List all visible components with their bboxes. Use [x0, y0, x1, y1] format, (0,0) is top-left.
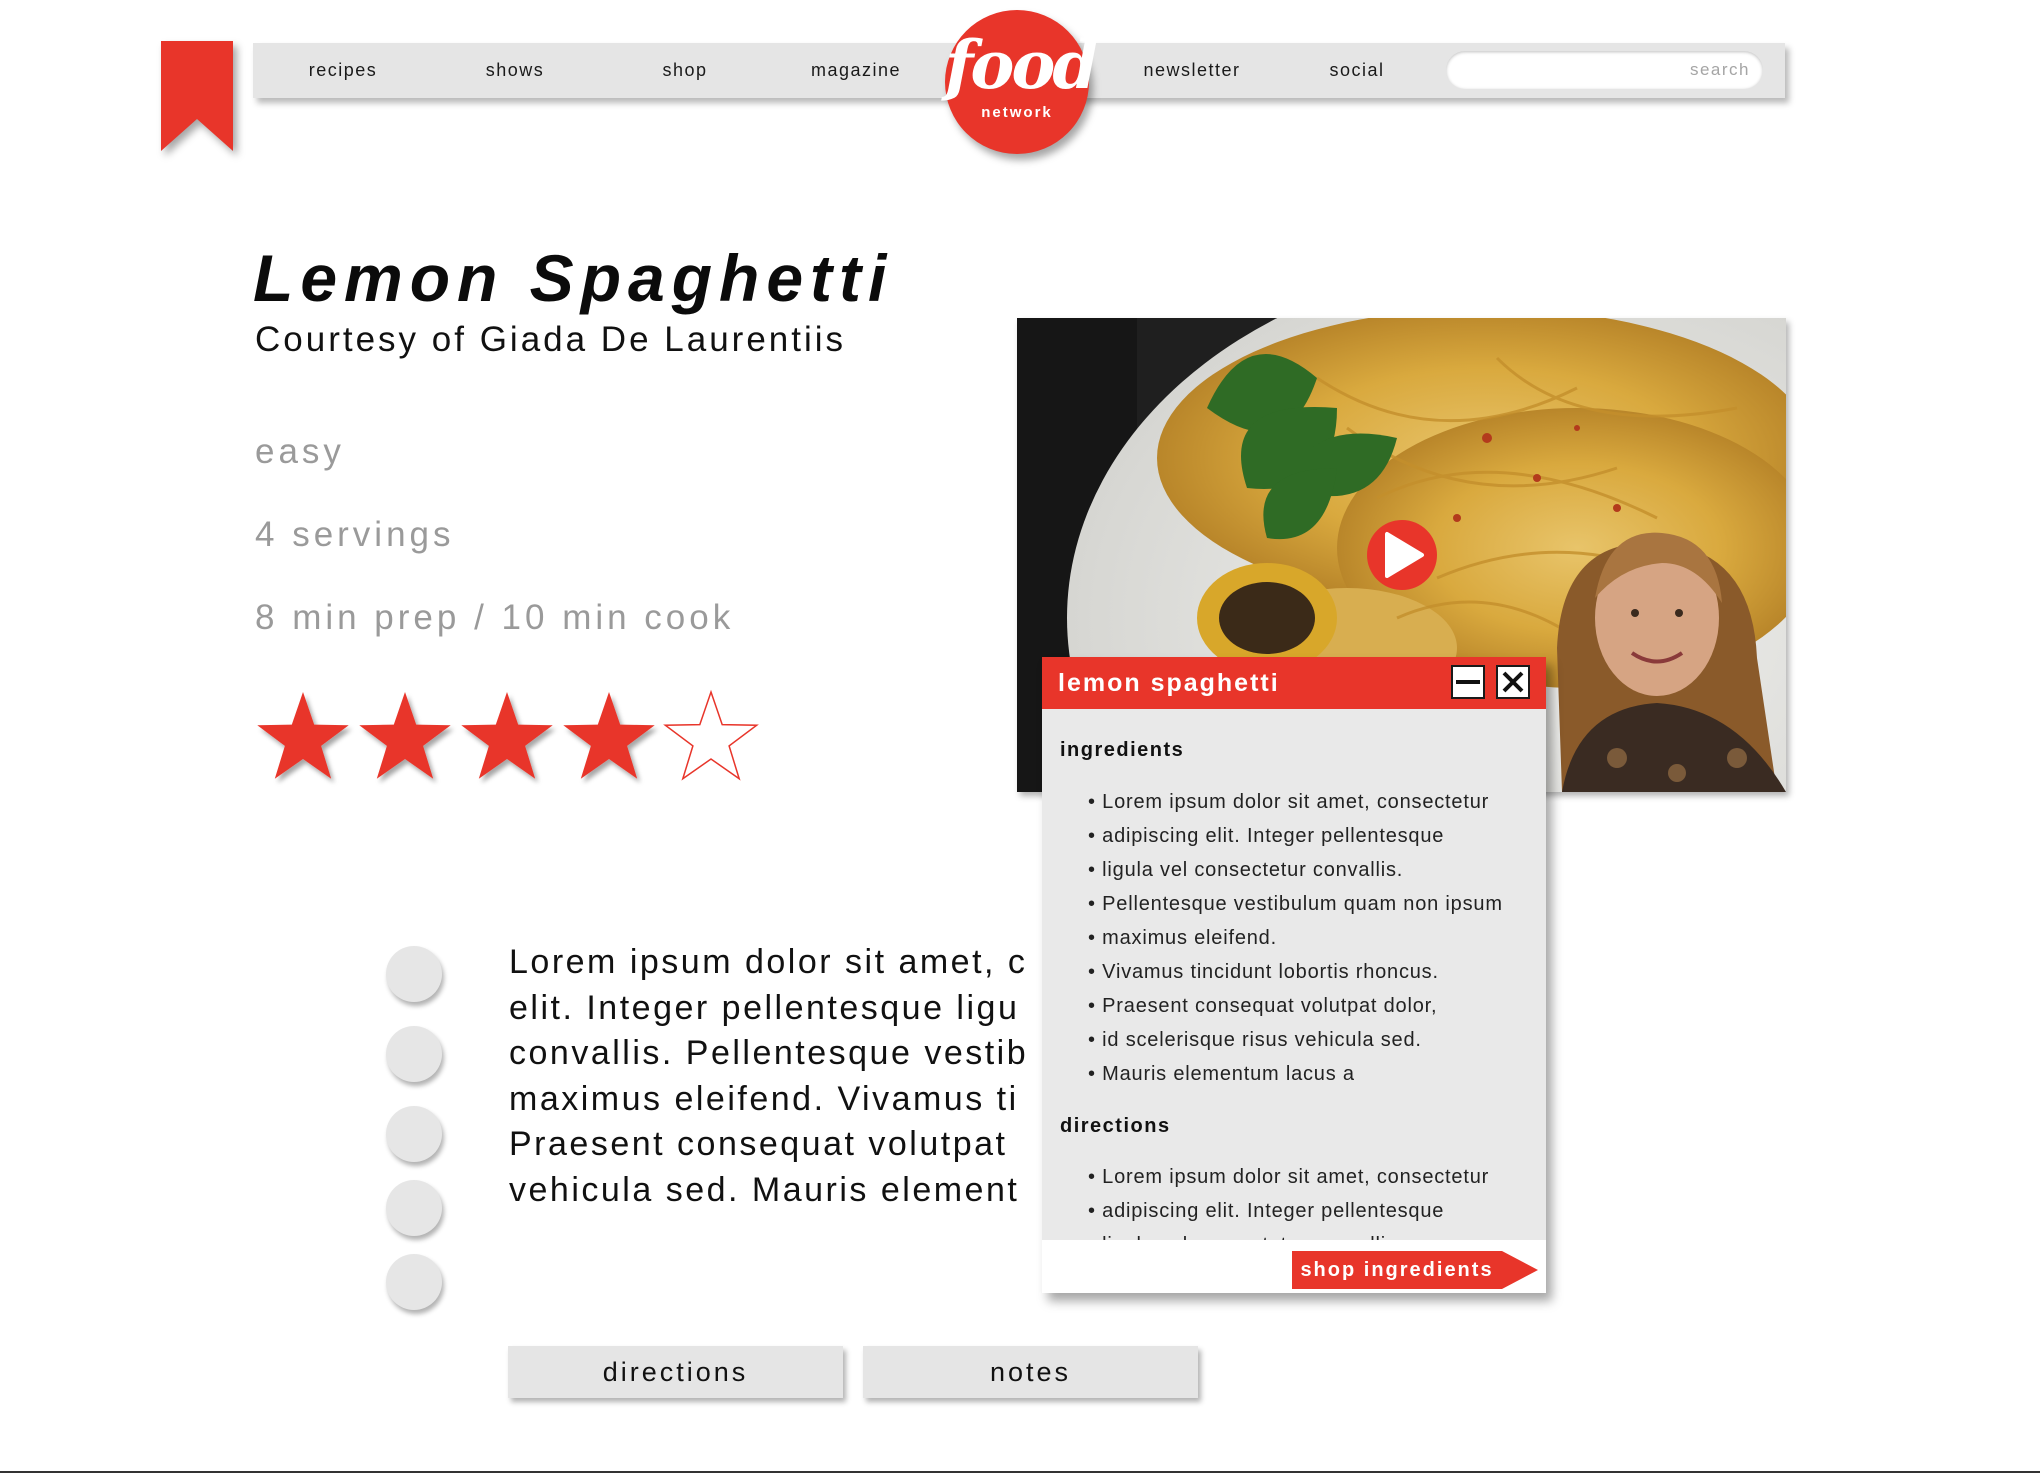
direction-item: adipiscing elit. Integer pellentesque: [1088, 1194, 1489, 1228]
nav-magazine[interactable]: magazine: [793, 43, 919, 98]
step-marker-1[interactable]: [386, 946, 442, 1002]
ingredient-item: id scelerisque risus vehicula sed.: [1088, 1023, 1503, 1057]
bookmark-icon[interactable]: [161, 41, 233, 151]
step-marker-2[interactable]: [386, 1026, 442, 1082]
search-box: [1446, 51, 1764, 89]
ingredients-popup: lemon spaghetti ingredients Lorem ipsum …: [1042, 657, 1546, 1293]
recipe-servings: 4 servings: [255, 515, 455, 554]
recipe-body-text: Lorem ipsum dolor sit amet, c elit. Inte…: [509, 940, 1049, 1216]
direction-item: Lorem ipsum dolor sit amet, consectetur: [1088, 1160, 1489, 1194]
body-line: Lorem ipsum dolor sit amet, c: [509, 943, 1028, 981]
nav-newsletter[interactable]: newsletter: [1129, 43, 1255, 98]
ingredient-item: ligula vel consectetur convallis.: [1088, 853, 1503, 887]
ingredients-heading: ingredients: [1060, 739, 1185, 761]
nav-recipes[interactable]: recipes: [293, 43, 393, 98]
rating-stars[interactable]: [252, 688, 772, 788]
body-line: Praesent consequat volutpat: [509, 1125, 1008, 1163]
star-filled-icon[interactable]: [563, 692, 655, 779]
play-video-icon[interactable]: [1367, 520, 1437, 590]
ingredient-item: maximus eleifend.: [1088, 921, 1503, 955]
step-marker-4[interactable]: [386, 1180, 442, 1236]
popup-content[interactable]: ingredients Lorem ipsum dolor sit amet, …: [1042, 709, 1546, 1240]
close-button[interactable]: [1496, 665, 1530, 699]
nav-shows[interactable]: shows: [465, 43, 565, 98]
ingredient-item: Vivamus tincidunt lobortis rhoncus.: [1088, 955, 1503, 989]
step-marker-3[interactable]: [386, 1106, 442, 1162]
minimize-button[interactable]: [1451, 665, 1485, 699]
minimize-icon: [1456, 680, 1480, 684]
ingredient-item: Pellentesque vestibulum quam non ipsum: [1088, 887, 1503, 921]
body-line: maximus eleifend. Vivamus ti: [509, 1079, 1019, 1118]
directions-tab-button[interactable]: directions: [508, 1346, 843, 1398]
shop-ingredients-button[interactable]: shop ingredients: [1292, 1251, 1538, 1289]
star-filled-icon[interactable]: [257, 692, 349, 779]
ingredients-list: Lorem ipsum dolor sit amet, consectetur …: [1088, 785, 1503, 1091]
logo-wordmark: food: [945, 26, 1099, 104]
ingredient-item: Mauris elementum lacus a: [1088, 1057, 1503, 1091]
star-filled-icon[interactable]: [461, 692, 553, 779]
ingredient-item: Praesent consequat volutpat dolor,: [1088, 989, 1503, 1023]
body-line: vehicula sed. Mauris element: [509, 1170, 1020, 1209]
star-filled-icon[interactable]: [359, 692, 451, 779]
notes-tab-button[interactable]: notes: [863, 1346, 1198, 1398]
star-empty-icon[interactable]: [663, 689, 759, 781]
close-icon: [1502, 671, 1524, 693]
recipe-time: 8 min prep / 10 min cook: [255, 598, 735, 637]
step-marker-5[interactable]: [386, 1254, 442, 1310]
shop-ingredients-label: shop ingredients: [1300, 1259, 1494, 1281]
popup-footer: shop ingredients: [1042, 1240, 1546, 1293]
food-network-logo[interactable]: food network: [945, 10, 1099, 154]
recipe-title: Lemon Spaghetti: [253, 241, 894, 315]
body-line: convallis. Pellentesque vestib: [509, 1034, 1029, 1072]
search-input[interactable]: [1446, 51, 1764, 89]
recipe-author: Courtesy of Giada De Laurentiis: [255, 320, 847, 359]
directions-list: Lorem ipsum dolor sit amet, consectetur …: [1088, 1160, 1489, 1240]
popup-header[interactable]: lemon spaghetti: [1042, 657, 1546, 709]
page-bottom-rule: [0, 1471, 2040, 1473]
nav-shop[interactable]: shop: [635, 43, 735, 98]
recipe-difficulty: easy: [255, 432, 345, 471]
directions-heading: directions: [1060, 1115, 1171, 1137]
ingredient-item: adipiscing elit. Integer pellentesque: [1088, 819, 1503, 853]
ingredient-item: Lorem ipsum dolor sit amet, consectetur: [1088, 785, 1503, 819]
logo-subtext: network: [981, 104, 1053, 121]
direction-item: ligula vel consectetur convallis.: [1088, 1228, 1489, 1240]
nav-social[interactable]: social: [1307, 43, 1407, 98]
body-line: elit. Integer pellentesque ligu: [509, 988, 1020, 1027]
popup-title: lemon spaghetti: [1058, 669, 1280, 697]
